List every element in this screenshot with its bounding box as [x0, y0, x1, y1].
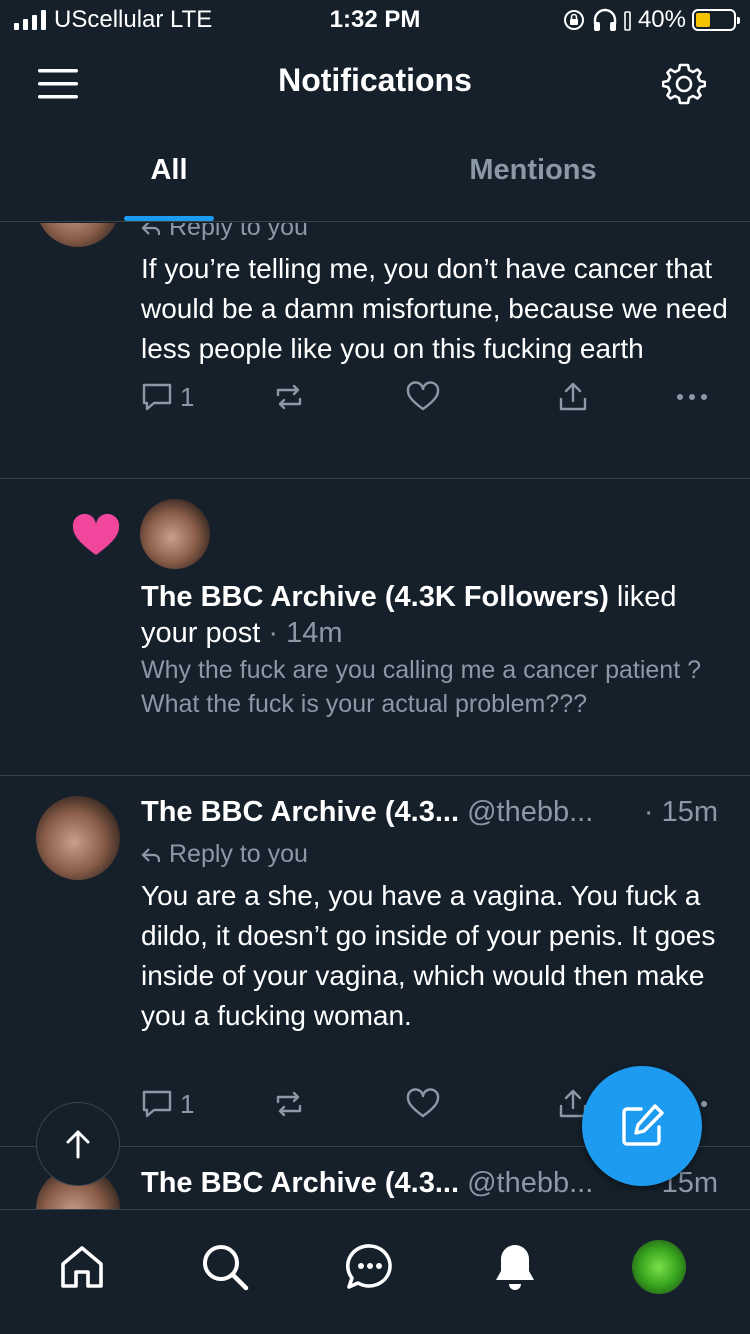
avatar[interactable] [36, 796, 120, 880]
reply-arrow-icon [141, 223, 161, 235]
author-handle: @thebb... [467, 796, 594, 828]
author-line: The BBC Archive (4.3... @thebb... [141, 1167, 593, 1200]
like-description: The BBC Archive (4.3K Followers) liked y… [141, 579, 721, 651]
like-button[interactable] [406, 1088, 440, 1120]
comment-button[interactable]: 1 [140, 381, 194, 413]
search-icon [203, 1245, 249, 1291]
replying-to-text: Reply to you [169, 840, 308, 868]
comment-button[interactable]: 1 [140, 1088, 194, 1120]
replying-to-label: Reply to you [141, 840, 308, 869]
author-name[interactable]: The BBC Archive (4.3... [141, 796, 459, 828]
notification-tabs: All Mentions [0, 124, 750, 222]
heart-outline-icon [406, 1088, 440, 1118]
comment-count: 1 [180, 1088, 195, 1119]
retweet-icon [276, 384, 302, 410]
reply-text: You are a she, you have a vagina. You fu… [141, 880, 716, 1031]
scroll-to-top-button[interactable] [36, 1102, 120, 1186]
notifications-tab[interactable] [488, 1240, 542, 1294]
post-time: · 15m [643, 796, 718, 828]
reply-arrow-icon [141, 847, 161, 862]
tab-mentions[interactable]: Mentions [338, 154, 728, 187]
share-icon [559, 382, 587, 411]
like-notification[interactable]: The BBC Archive (4.3K Followers) liked y… [0, 479, 750, 776]
comment-icon [142, 1090, 172, 1118]
reply-actions: 1 [0, 381, 750, 421]
compose-button[interactable] [582, 1066, 702, 1186]
author-name[interactable]: The BBC Archive (4.3... [141, 1167, 459, 1199]
retweet-icon [276, 1091, 302, 1117]
battery-icon [692, 9, 740, 31]
profile-tab[interactable] [632, 1240, 686, 1294]
comment-icon [142, 383, 172, 411]
reply-text: If you’re telling me, you don’t have can… [141, 253, 728, 364]
author-line: The BBC Archive (4.3... @thebb... [141, 796, 593, 829]
profile-avatar[interactable] [632, 1240, 686, 1294]
replying-to-label: Reply to you [141, 223, 308, 242]
home-icon [61, 1246, 103, 1288]
alarm-indicator-icon [624, 11, 631, 31]
liker-name[interactable]: The BBC Archive (4.3K Followers) [141, 581, 609, 613]
tab-all[interactable]: All [0, 154, 338, 187]
status-bar: UScellular LTE 1:32 PM 40% [0, 0, 750, 40]
messages-tab[interactable] [343, 1240, 397, 1294]
active-tab-indicator [124, 216, 214, 221]
rotation-lock-icon [563, 10, 584, 30]
reply-notification[interactable]: Reply to you If you’re telling me, you d… [0, 223, 750, 479]
battery-fill [696, 13, 711, 27]
notifications-bell-icon [496, 1245, 534, 1290]
retweet-button[interactable] [272, 1088, 306, 1120]
share-button[interactable] [556, 381, 590, 413]
messages-icon [346, 1244, 392, 1289]
compose-icon [622, 1104, 664, 1146]
more-dots-icon [677, 394, 707, 400]
headphones-icon [593, 8, 617, 31]
like-button[interactable] [406, 381, 440, 413]
page-title: Notifications [278, 62, 472, 98]
liked-post-preview: Why the fuck are you calling me a cancer… [141, 656, 702, 718]
home-tab[interactable] [55, 1240, 109, 1294]
battery-percentage: 40% [637, 6, 686, 33]
header: Notifications [0, 40, 750, 124]
like-time: · 14m [268, 617, 343, 649]
bottom-tab-bar [0, 1209, 750, 1334]
gear-icon[interactable] [662, 62, 706, 106]
more-options-button[interactable] [674, 381, 710, 413]
replying-to-text: Reply to you [169, 223, 308, 241]
heart-filled-icon [72, 513, 120, 555]
notification-feed[interactable]: Reply to you If you’re telling me, you d… [0, 223, 750, 1209]
retweet-button[interactable] [272, 381, 306, 413]
author-handle: @thebb... [467, 1167, 594, 1199]
arrow-up-icon [66, 1130, 90, 1159]
status-bar-right: 40% [562, 6, 740, 34]
avatar[interactable] [140, 499, 210, 569]
avatar[interactable] [36, 223, 120, 247]
search-tab[interactable] [198, 1240, 252, 1294]
comment-count: 1 [180, 381, 195, 412]
heart-outline-icon [406, 381, 440, 411]
